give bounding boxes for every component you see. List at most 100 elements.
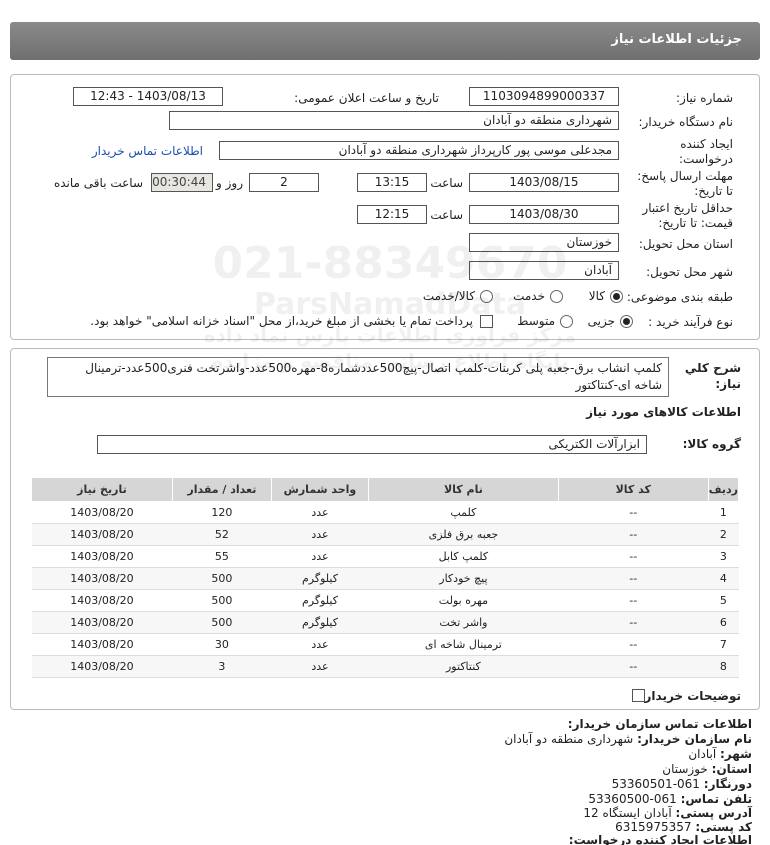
row-date: 1403/08/20 bbox=[31, 589, 173, 612]
city-field: آبادان bbox=[469, 261, 619, 280]
category-radio-goods-service[interactable] bbox=[480, 290, 493, 303]
remaining-time-field: 00:30:44 bbox=[151, 173, 213, 192]
category-option-goods: کالا bbox=[588, 289, 605, 303]
treasury-payment-checkbox[interactable] bbox=[480, 315, 493, 328]
goods-table-header: ردیف کد کالا نام کالا واحد شمارش تعداد /… bbox=[31, 477, 740, 502]
contact-province: استان: خوزستان bbox=[662, 762, 752, 776]
city-label: شهر محل تحویل: bbox=[646, 265, 733, 279]
col-index: ردیف bbox=[707, 477, 740, 502]
row-qty: 3 bbox=[172, 655, 272, 678]
category-radio-service[interactable] bbox=[550, 290, 563, 303]
validity-label-1: حداقل تاریخ اعتبار bbox=[642, 201, 733, 215]
row-date: 1403/08/20 bbox=[31, 501, 173, 524]
creator-label-1: ایجاد کننده bbox=[680, 137, 733, 151]
table-row: 6 -- واشر تخت کیلوگرم 500 1403/08/20 bbox=[31, 611, 739, 634]
province-label: استان محل تحویل: bbox=[638, 237, 733, 251]
deadline-time-field: 13:15 bbox=[357, 173, 427, 192]
row-date: 1403/08/20 bbox=[31, 545, 173, 568]
row-unit: کیلوگرم bbox=[271, 611, 369, 634]
row-qty: 30 bbox=[172, 633, 272, 656]
treasury-payment-note: پرداخت تمام یا بخشی از مبلغ خرید،از محل … bbox=[90, 314, 473, 328]
category-radio-goods[interactable] bbox=[610, 290, 623, 303]
buyer-notes-checkbox[interactable] bbox=[632, 689, 645, 702]
row-name: جعبه برق فلزی bbox=[368, 523, 559, 546]
deadline-label-2: تا تاریخ: bbox=[694, 184, 733, 198]
process-option-medium: متوسط bbox=[517, 314, 555, 328]
contact-address: آدرس پستی: آبادان ایستگاه 12 bbox=[583, 806, 752, 820]
row-unit: کیلوگرم bbox=[271, 567, 369, 590]
summary-label-2: نياز: bbox=[715, 377, 741, 391]
row-code: -- bbox=[558, 589, 709, 612]
row-date: 1403/08/20 bbox=[31, 633, 173, 656]
page-title: جزئیات اطلاعات نیاز bbox=[611, 32, 742, 47]
table-row: 8 -- کنتاکتور عدد 3 1403/08/20 bbox=[31, 655, 739, 678]
row-index: 5 bbox=[708, 589, 739, 612]
validity-label-2: قیمت: تا تاریخ: bbox=[658, 216, 733, 230]
goods-section-title: اطلاعات کالاهای مورد نیاز bbox=[586, 405, 741, 419]
goods-table: ردیف کد کالا نام کالا واحد شمارش تعداد /… bbox=[31, 477, 740, 678]
contact-postal: کد پستی: 6315975357 bbox=[615, 820, 752, 834]
deadline-time-label: ساعت bbox=[430, 176, 463, 190]
process-label: نوع فرآیند خرید : bbox=[648, 315, 733, 329]
buyer-org-field: شهرداری منطقه دو آبادان bbox=[169, 111, 619, 130]
table-row: 7 -- ترمینال شاخه ای عدد 30 1403/08/20 bbox=[31, 633, 739, 656]
contact-phone: تلفن تماس: 061-53360500 bbox=[588, 792, 752, 806]
process-radio-minor[interactable] bbox=[620, 315, 633, 328]
buyer-contact-link[interactable]: اطلاعات تماس خریدار bbox=[92, 144, 203, 158]
row-unit: عدد bbox=[271, 501, 369, 524]
row-name: مهره بولت bbox=[368, 589, 559, 612]
col-unit: واحد شمارش bbox=[270, 477, 370, 502]
creator-label-2: درخواست: bbox=[679, 152, 733, 166]
row-index: 1 bbox=[708, 501, 739, 524]
need-number-label: شماره نیاز: bbox=[676, 91, 733, 105]
col-name: نام کالا bbox=[368, 477, 559, 502]
summary-label-1: شرح کلي bbox=[684, 361, 741, 375]
table-row: 4 -- پیچ خودکار کیلوگرم 500 1403/08/20 bbox=[31, 567, 739, 590]
need-details-panel: شماره نیاز: 1103094899000337 تاریخ و ساع… bbox=[10, 74, 760, 340]
row-name: واشر تخت bbox=[368, 611, 559, 634]
row-unit: عدد bbox=[271, 545, 369, 568]
col-code: کد کالا bbox=[557, 477, 709, 502]
province-field: خوزستان bbox=[469, 233, 619, 252]
row-qty: 52 bbox=[172, 523, 272, 546]
row-name: ترمینال شاخه ای bbox=[368, 633, 559, 656]
col-qty: تعداد / مقدار bbox=[171, 477, 272, 502]
row-name: کنتاکتور bbox=[368, 655, 559, 678]
row-unit: عدد bbox=[271, 633, 369, 656]
goods-group-label: گروه کالا: bbox=[682, 437, 741, 451]
row-index: 2 bbox=[708, 523, 739, 546]
validity-time-label: ساعت bbox=[430, 208, 463, 222]
row-unit: کیلوگرم bbox=[271, 589, 369, 612]
creator-info-title: اطلاعات ایجاد کننده درخواست: bbox=[568, 833, 752, 845]
goods-group-field: ابزارآلات الکتریکی bbox=[97, 435, 647, 454]
category-label: طبقه بندی موضوعی: bbox=[626, 290, 733, 304]
row-qty: 500 bbox=[172, 567, 272, 590]
row-date: 1403/08/20 bbox=[31, 611, 173, 634]
table-row: 1 -- کلمپ عدد 120 1403/08/20 bbox=[31, 501, 739, 524]
goods-panel: شرح کلي نياز: کلمپ انشاب برق-جعبه پلی کر… bbox=[10, 348, 760, 710]
row-qty: 55 bbox=[172, 545, 272, 568]
deadline-label-1: مهلت ارسال پاسخ: bbox=[637, 169, 733, 183]
row-code: -- bbox=[558, 501, 709, 524]
row-code: -- bbox=[558, 523, 709, 546]
col-date: تاریخ نیاز bbox=[31, 477, 173, 502]
row-name: کلمپ کابل bbox=[368, 545, 559, 568]
contact-title: اطلاعات تماس سازمان خریدار: bbox=[567, 717, 752, 731]
process-radio-medium[interactable] bbox=[560, 315, 573, 328]
row-index: 4 bbox=[708, 567, 739, 590]
table-row: 5 -- مهره بولت کیلوگرم 500 1403/08/20 bbox=[31, 589, 739, 612]
process-option-minor: جزیی bbox=[587, 314, 615, 328]
deadline-days-field: 2 bbox=[249, 173, 319, 192]
category-option-goods-service: کالا/خدمت bbox=[422, 289, 475, 303]
deadline-days-label: روز و bbox=[216, 176, 243, 190]
row-date: 1403/08/20 bbox=[31, 655, 173, 678]
deadline-date-field: 1403/08/15 bbox=[469, 173, 619, 192]
row-unit: عدد bbox=[271, 523, 369, 546]
row-index: 7 bbox=[708, 633, 739, 656]
row-qty: 120 bbox=[172, 501, 272, 524]
row-date: 1403/08/20 bbox=[31, 523, 173, 546]
buyer-notes-label: توضیحات خریدار: bbox=[639, 689, 741, 703]
row-name: کلمپ bbox=[368, 501, 559, 524]
row-index: 6 bbox=[708, 611, 739, 634]
table-row: 2 -- جعبه برق فلزی عدد 52 1403/08/20 bbox=[31, 523, 739, 546]
